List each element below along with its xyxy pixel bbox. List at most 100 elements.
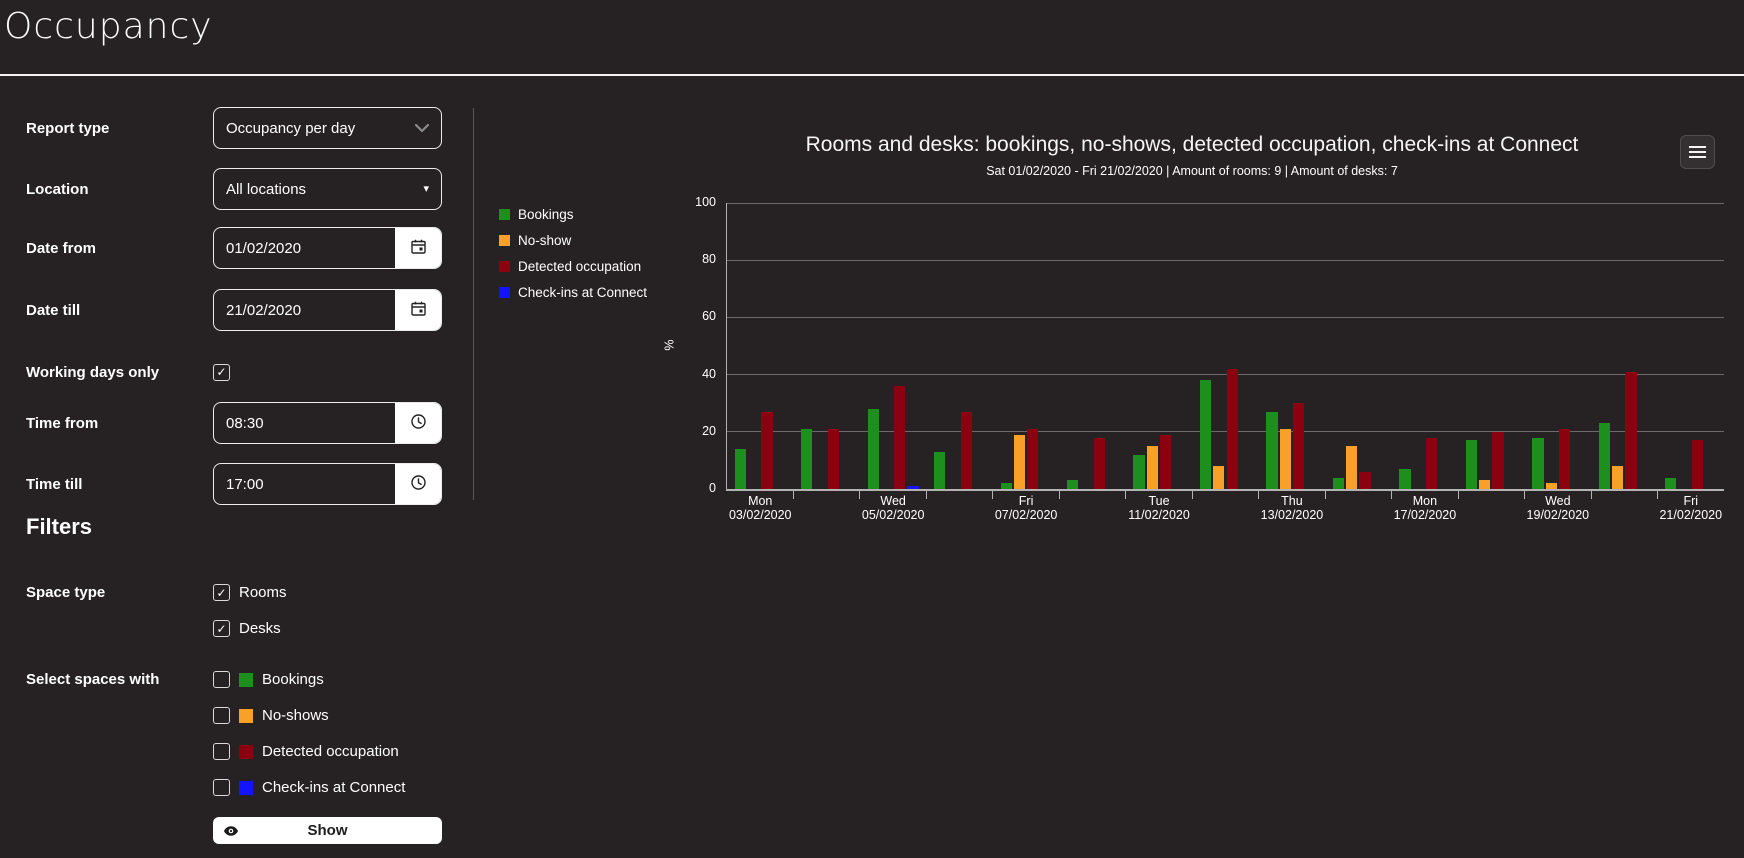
- x-label-day: Tue: [1148, 494, 1170, 508]
- checkbox[interactable]: [213, 671, 230, 688]
- chart-legend: Bookings No-show Detected occupation Check-…: [499, 207, 647, 311]
- space-type-option-rooms[interactable]: ✓ Rooms: [213, 584, 287, 601]
- option-label: No-shows: [262, 707, 329, 724]
- location-select[interactable]: All locations ▾: [213, 168, 442, 210]
- bar-detected-occupation: [1160, 434, 1172, 489]
- bar-bookings: [867, 408, 879, 489]
- legend-item-bookings[interactable]: Bookings: [499, 206, 647, 222]
- clock-icon: [410, 413, 427, 433]
- bar-bookings: [1665, 477, 1677, 489]
- report-type-select[interactable]: Occupancy per day: [213, 107, 442, 149]
- bar-bookings: [1465, 440, 1478, 489]
- date-from-value[interactable]: 01/02/2020: [214, 228, 395, 268]
- x-label-wed-05-02-2020: Wed 05/02/2020: [843, 494, 943, 522]
- bar-bookings: [1532, 437, 1544, 489]
- checkbox[interactable]: [213, 779, 230, 796]
- location-label: Location: [26, 180, 89, 198]
- bar-bookings: [1399, 468, 1411, 489]
- x-label-date: 17/02/2020: [1393, 507, 1457, 522]
- select-spaces-options: Bookings No-shows Detected occupation Check…: [213, 671, 405, 815]
- time-till-input[interactable]: 17:00: [213, 463, 442, 505]
- x-label-date: 07/02/2020: [994, 507, 1058, 522]
- y-tick-60: 60: [702, 309, 716, 324]
- panel-divider: [473, 108, 474, 500]
- option-label: Bookings: [262, 671, 324, 688]
- bar-detected-occupation: [1691, 440, 1704, 489]
- select-spaces-option-detected-occupation[interactable]: Detected occupation: [213, 743, 405, 760]
- x-label-date: 13/02/2020: [1260, 507, 1324, 522]
- bar-no-show: [1013, 434, 1026, 489]
- x-label-date: 05/02/2020: [861, 507, 925, 522]
- date-till-calendar-button[interactable]: [395, 290, 441, 330]
- time-till-value[interactable]: 17:00: [214, 464, 395, 504]
- time-from-value[interactable]: 08:30: [214, 403, 395, 443]
- location-value: All locations: [226, 180, 307, 198]
- checkbox[interactable]: ✓: [213, 620, 230, 637]
- bar-detected-occupation: [1425, 437, 1438, 489]
- report-type-row: Report type Occupancy per day: [26, 107, 442, 149]
- space-type-option-desks[interactable]: ✓ Desks: [213, 620, 287, 637]
- bar-bookings: [1266, 411, 1278, 489]
- y-axis-title: %: [662, 339, 677, 351]
- checkbox[interactable]: [213, 707, 230, 724]
- legend-label: Check-ins at Connect: [518, 284, 648, 300]
- no-show-legend-swatch: [499, 234, 510, 246]
- checkbox[interactable]: [213, 743, 230, 760]
- chart-title: Rooms and desks: bookings, no-shows, det…: [805, 133, 1579, 156]
- bar-bookings: [801, 428, 813, 489]
- check-ins-at-connect-color-swatch: [239, 780, 253, 795]
- time-from-input[interactable]: 08:30: [213, 402, 442, 444]
- bar-bookings: [1066, 480, 1079, 489]
- select-spaces-option-no-shows[interactable]: No-shows: [213, 707, 405, 724]
- option-label: Desks: [239, 620, 281, 637]
- y-tick-0: 0: [709, 481, 716, 495]
- bar-no-show: [1279, 428, 1291, 489]
- chart-context-menu-button[interactable]: [1680, 135, 1715, 169]
- time-till-label: Time till: [26, 475, 83, 493]
- bookings-legend-swatch: [499, 208, 510, 220]
- legend-item-detected-occupation[interactable]: Detected occupation: [499, 259, 647, 274]
- x-label-day: Wed: [880, 494, 906, 508]
- bar-detected-occupation: [1625, 371, 1637, 489]
- bar-detected-occupation: [894, 386, 906, 489]
- x-label-fri-07-02-2020: Fri 07/02/2020: [976, 494, 1076, 522]
- y-tick-80: 80: [702, 252, 716, 267]
- working-days-row: Working days only ✓: [26, 351, 442, 393]
- legend-item-no-show[interactable]: No-show: [499, 233, 647, 248]
- working-days-checkbox[interactable]: ✓: [213, 363, 230, 381]
- bar-no-show: [1146, 446, 1159, 489]
- bar-detected-occupation: [761, 411, 773, 489]
- dropdown-triangle-icon: ▾: [423, 182, 429, 195]
- date-from-label: Date from: [26, 239, 97, 257]
- bar-detected-occupation: [1292, 403, 1305, 489]
- select-spaces-option-bookings[interactable]: Bookings: [213, 671, 405, 688]
- bar-no-show: [1545, 483, 1557, 489]
- date-till-input[interactable]: 21/02/2020: [213, 289, 442, 331]
- show-button[interactable]: Show: [213, 817, 442, 844]
- checkbox[interactable]: ✓: [213, 584, 230, 601]
- page-title: Occupancy: [4, 6, 213, 47]
- time-till-clock-button[interactable]: [395, 464, 441, 504]
- bar-no-show: [1213, 466, 1225, 489]
- space-type-label: Space type: [26, 584, 106, 601]
- date-from-input[interactable]: 01/02/2020: [213, 227, 442, 269]
- gridline-80: [727, 259, 1724, 261]
- bar-detected-occupation: [1226, 368, 1238, 489]
- bar-detected-occupation: [1359, 471, 1371, 489]
- x-label-date: 11/02/2020: [1128, 507, 1190, 522]
- time-from-clock-button[interactable]: [395, 403, 441, 443]
- bookings-color-swatch: [239, 672, 253, 687]
- date-from-calendar-button[interactable]: [395, 228, 441, 268]
- calendar-icon: [410, 238, 427, 258]
- chevron-down-icon: [414, 120, 430, 137]
- legend-item-check-ins-at-connect[interactable]: Check-ins at Connect: [499, 284, 648, 300]
- date-till-row: Date till 21/02/2020: [26, 289, 442, 331]
- option-label: Check-ins at Connect: [262, 779, 406, 796]
- legend-label: Bookings: [518, 206, 574, 222]
- check-ins-at-connect-legend-swatch: [499, 286, 510, 298]
- select-spaces-option-check-ins-at-connect[interactable]: Check-ins at Connect: [213, 779, 405, 796]
- date-till-value[interactable]: 21/02/2020: [214, 290, 395, 330]
- y-tick-40: 40: [702, 366, 716, 381]
- bar-detected-occupation: [1027, 428, 1039, 489]
- x-label-date: 19/02/2020: [1526, 507, 1590, 522]
